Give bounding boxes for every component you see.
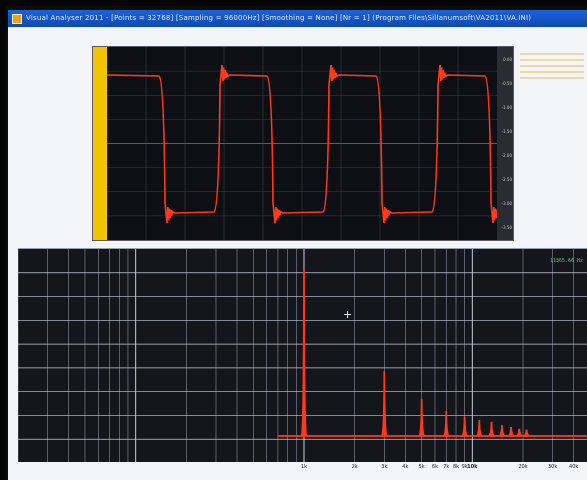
harmonic-peak [498, 425, 506, 437]
spectrum-peaks [300, 269, 531, 437]
scope-scale-label: -1.00 [501, 105, 512, 110]
harmonic-peak [522, 429, 531, 437]
window-title: Visual Analyser 2011 - [Points = 32768] … [26, 14, 532, 22]
scope-scale-label: -0.50 [501, 81, 512, 86]
scope-scale-label: -2.50 [501, 177, 512, 182]
scope-display[interactable] [107, 47, 497, 240]
harmonic-peak [515, 428, 524, 437]
harmonic-peak [460, 416, 469, 437]
scope-scale-label: 0.00 [503, 57, 512, 62]
harmonic-peak [487, 421, 496, 437]
frequency-axis-label: 20k [518, 464, 528, 470]
scope-scale-label: -2.00 [501, 153, 512, 158]
harmonic-peak [380, 370, 389, 437]
scope-scale-label: -3.50 [501, 225, 512, 230]
frequency-axis-label: 8k [452, 464, 460, 470]
crosshair-cursor-icon: + [343, 308, 353, 321]
info-line [520, 77, 584, 79]
scope-trigger-marker[interactable] [93, 47, 107, 240]
frequency-axis-label: 40k [569, 464, 579, 470]
info-line [520, 65, 584, 67]
frequency-axis: 1k 2k 3k 4k 5k 6k 7k 8k 9k 10k 20k 30k 40k [18, 462, 587, 480]
info-line [520, 53, 584, 55]
info-line [520, 71, 584, 73]
frequency-axis-label: 1k [300, 464, 308, 470]
harmonic-peak [507, 426, 515, 437]
spectrum-panel[interactable]: 11365.66 Hz + [17, 248, 587, 463]
title-bar[interactable]: Visual Analyser 2011 - [Points = 32768] … [8, 10, 587, 27]
harmonic-peak [475, 419, 484, 437]
scope-scale-label: -3.00 [501, 201, 512, 206]
client-area: 0.00 -0.50 -1.00 -1.50 -2.00 -2.50 -3.00 -3.50 … [8, 27, 587, 480]
frequency-axis-label: 5k [418, 464, 425, 470]
harmonic-peak [417, 398, 426, 437]
scope-voltage-scale: 0.00 -0.50 -1.00 -1.50 -2.00 -2.50 -3.00 -3.50 [497, 47, 513, 240]
frequency-axis-label: 6k [431, 464, 439, 470]
frequency-axis-label: 30k [547, 464, 558, 470]
frequency-axis-label: 3k [381, 464, 388, 470]
frequency-axis-label: 10k [467, 464, 478, 470]
frequency-axis-label: 7k [443, 464, 450, 470]
frequency-readout: 11365.66 Hz [549, 258, 583, 264]
oscilloscope-panel[interactable]: 0.00 -0.50 -1.00 -1.50 -2.00 -2.50 -3.00 -3.50 [92, 46, 514, 241]
spectrum-display[interactable] [17, 249, 587, 463]
frequency-axis-label: 4k [402, 464, 409, 470]
info-panel [516, 49, 584, 129]
scope-scale-label: -1.50 [501, 129, 512, 134]
app-icon [12, 13, 22, 24]
info-line [520, 59, 584, 61]
harmonic-peak [300, 269, 308, 437]
frequency-axis-label: 2k [351, 464, 358, 470]
